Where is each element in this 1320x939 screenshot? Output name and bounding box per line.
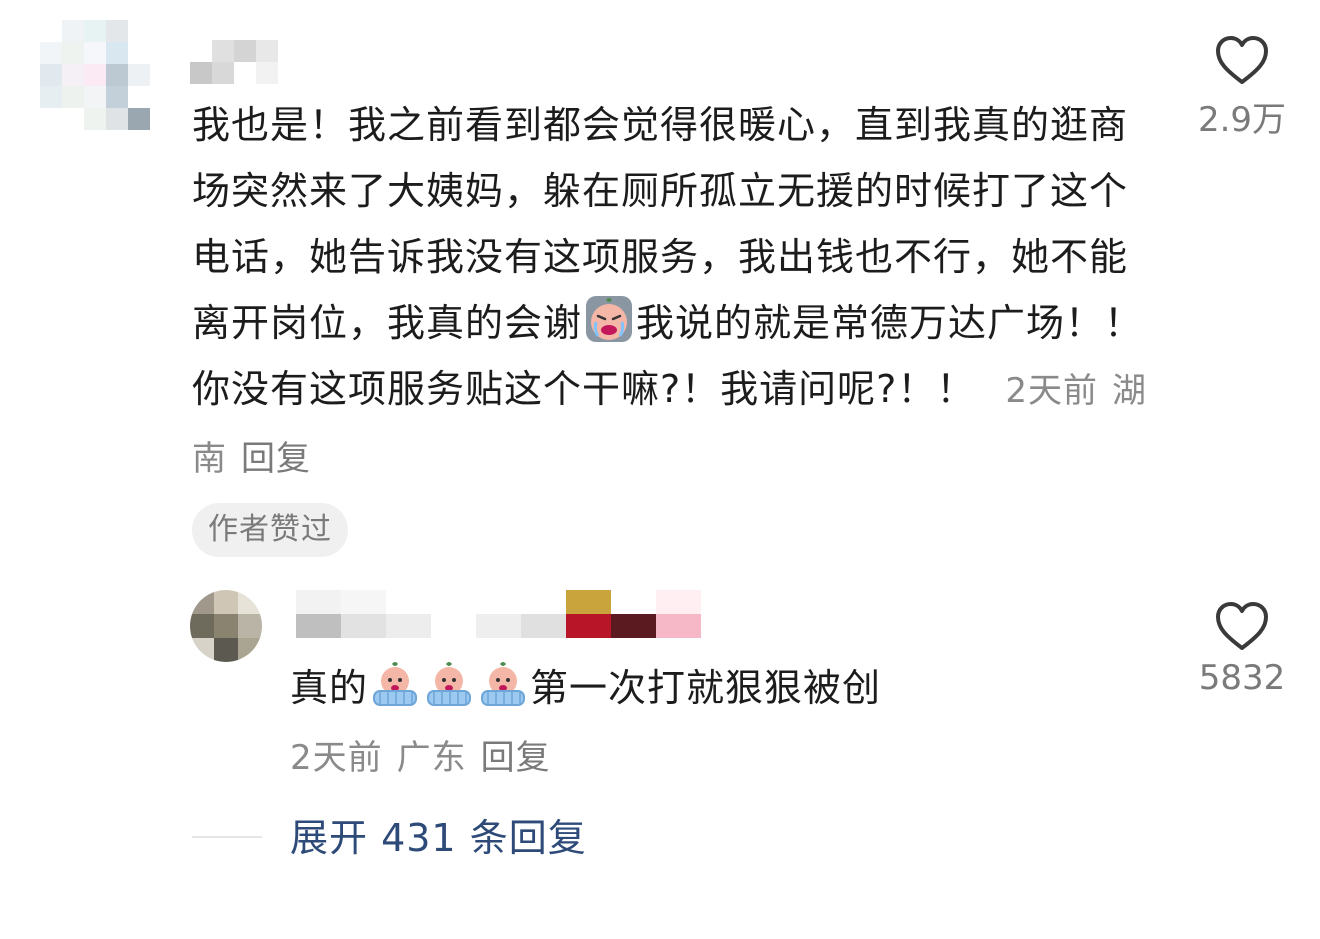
reply-like-button[interactable]: 5832 [1182, 600, 1302, 698]
comment-text: 我也是！我之前看到都会觉得很暖心，直到我真的逛商场突然来了大姨妈，躲在厕所孤立无… [192, 92, 1162, 492]
author-liked-badge: 作者赞过 [192, 503, 348, 557]
reply-time: 2天前 [290, 738, 383, 778]
reply-like-count: 5832 [1198, 658, 1286, 698]
crying-in-bath-emoji [370, 659, 420, 709]
heart-icon[interactable] [1214, 34, 1270, 86]
crying-face-emoji [584, 294, 634, 344]
reply-text-suffix: 第一次打就狠狠被创 [530, 666, 882, 710]
reply-username[interactable] [296, 590, 701, 638]
expand-divider [192, 836, 262, 838]
username[interactable] [190, 40, 280, 84]
reply-avatar[interactable] [190, 590, 262, 662]
like-count: 2.9万 [1197, 100, 1287, 140]
heart-icon[interactable] [1214, 600, 1270, 652]
reply-location: 广东 [396, 738, 467, 778]
avatar[interactable] [40, 20, 150, 130]
crying-in-bath-emoji [478, 659, 528, 709]
reply-button[interactable]: 回复 [241, 439, 311, 479]
reply-meta: 2天前 广东 回复 [290, 730, 551, 779]
like-button[interactable]: 2.9万 [1182, 34, 1302, 141]
comment-time: 2天前 [1005, 371, 1098, 411]
reply-text-prefix: 真的 [290, 666, 369, 710]
crying-in-bath-emoji [424, 659, 474, 709]
reply-reply-button[interactable]: 回复 [481, 738, 551, 778]
expand-replies-link[interactable]: 展开 431 条回复 [290, 810, 587, 866]
reply-text: 真的 第一次打就狠狠被创 [290, 655, 881, 721]
